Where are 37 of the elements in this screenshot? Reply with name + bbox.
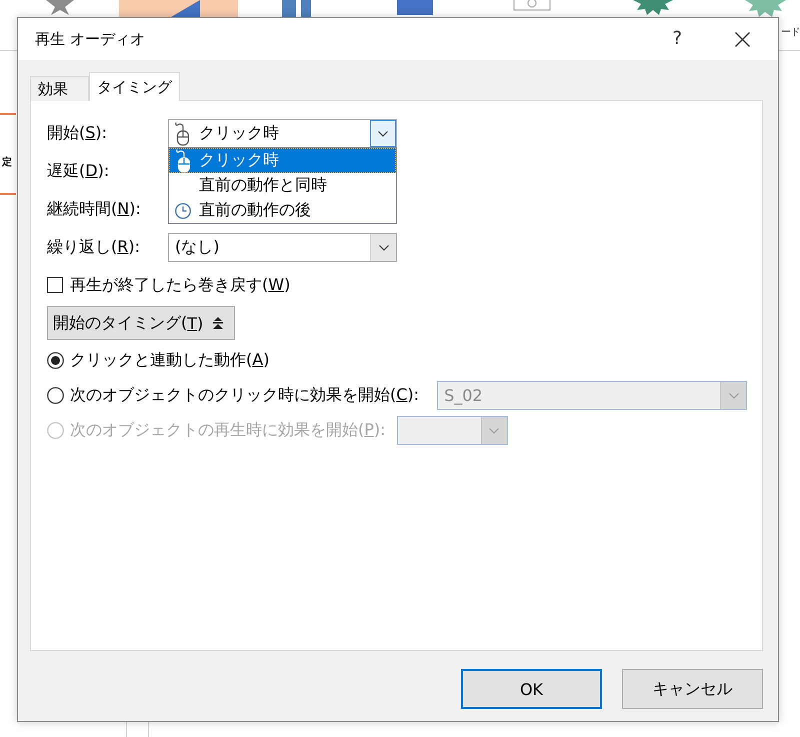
field-label: 遅延(D):: [47, 161, 110, 182]
field-label: 開始(S):: [47, 123, 108, 144]
star-icon[interactable]: [745, 0, 786, 17]
tab[interactable]: タイミング: [89, 72, 180, 101]
list-option[interactable]: クリック時: [169, 148, 396, 173]
checkbox-label[interactable]: 再生が終了したら巻き戻す(W): [70, 274, 290, 296]
shape-icon[interactable]: [119, 0, 238, 17]
chevron-down-icon: [378, 244, 388, 250]
dropdown[interactable]: (なし): [168, 233, 397, 262]
dropdown[interactable]: クリック時: [168, 119, 397, 148]
close-icon[interactable]: [735, 32, 750, 46]
chevron-down-icon: [489, 428, 500, 434]
star-icon[interactable]: [633, 0, 673, 15]
checkbox[interactable]: [47, 277, 63, 293]
trigger-button[interactable]: 開始のタイミング(T): [47, 306, 236, 340]
field-label: 継続時間(N):: [47, 199, 142, 220]
star-icon[interactable]: [46, 0, 74, 15]
radio-button[interactable]: [47, 387, 64, 404]
chevron-down-icon: [728, 392, 738, 398]
list-option[interactable]: 直前の動作と同時: [169, 173, 396, 198]
bars-icon[interactable]: [282, 0, 311, 17]
chevron-down-icon: [378, 130, 388, 136]
radio-label[interactable]: 次のオブジェクトのクリック時に効果を開始(C):: [70, 385, 420, 406]
ribbon-group-label: ード: [781, 26, 800, 40]
mouse-icon: [175, 122, 189, 146]
dropdown-button[interactable]: [370, 120, 396, 147]
list-option[interactable]: 直前の動作の後: [169, 198, 396, 223]
radio-label[interactable]: クリックと連動した動作(A): [70, 350, 270, 371]
frame-icon[interactable]: [513, 0, 551, 11]
help-button[interactable]: ?: [672, 29, 682, 49]
clock-icon: [175, 202, 191, 218]
field-label: 繰り返し(R):: [47, 237, 142, 258]
ok-button[interactable]: OK: [461, 669, 602, 709]
cancel-button[interactable]: キャンセル: [622, 669, 763, 709]
tab[interactable]: 効果: [30, 76, 89, 101]
radio-button[interactable]: [47, 352, 64, 369]
dialog-title: 再生 オーディオ: [35, 30, 146, 48]
